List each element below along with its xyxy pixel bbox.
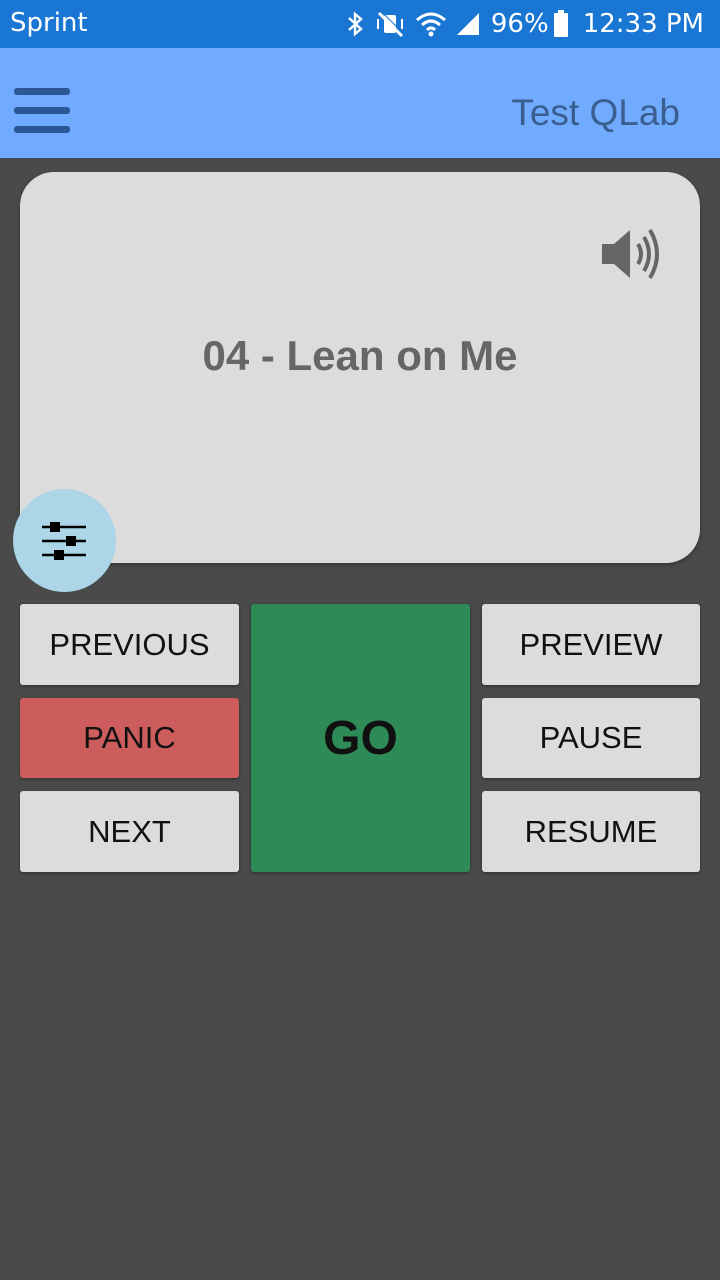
cue-title: 04 - Lean on Me	[202, 332, 518, 379]
panic-button[interactable]: PANIC	[20, 698, 239, 778]
wifi-icon	[415, 12, 446, 37]
hamburger-menu-icon[interactable]	[10, 84, 74, 140]
vibrate-mute-icon	[376, 11, 405, 37]
sliders-fab-button[interactable]	[13, 489, 116, 592]
sliders-icon	[42, 522, 86, 560]
previous-button[interactable]: PREVIOUS	[20, 604, 239, 685]
current-cue-card: 04 - Lean on Me	[20, 172, 700, 563]
app-bar: Test QLab	[0, 48, 720, 158]
preview-button[interactable]: PREVIEW	[482, 604, 700, 685]
pause-button[interactable]: PAUSE	[482, 698, 700, 778]
next-button[interactable]: NEXT	[20, 791, 239, 872]
status-icons: 96% 12:33 PM	[347, 6, 704, 42]
go-button[interactable]: GO	[251, 604, 470, 872]
app-title: Test QLab	[511, 92, 680, 133]
bluetooth-icon	[348, 11, 363, 37]
clock: 12:33 PM	[582, 9, 704, 39]
battery-percent: 96%	[490, 9, 549, 39]
carrier-name: Sprint	[10, 8, 88, 38]
resume-button[interactable]: RESUME	[482, 791, 700, 872]
battery-icon	[553, 10, 568, 37]
volume-icon	[602, 228, 659, 280]
signal-icon	[456, 13, 479, 35]
status-bar: Sprint 96% 12:33 PM	[0, 0, 720, 48]
